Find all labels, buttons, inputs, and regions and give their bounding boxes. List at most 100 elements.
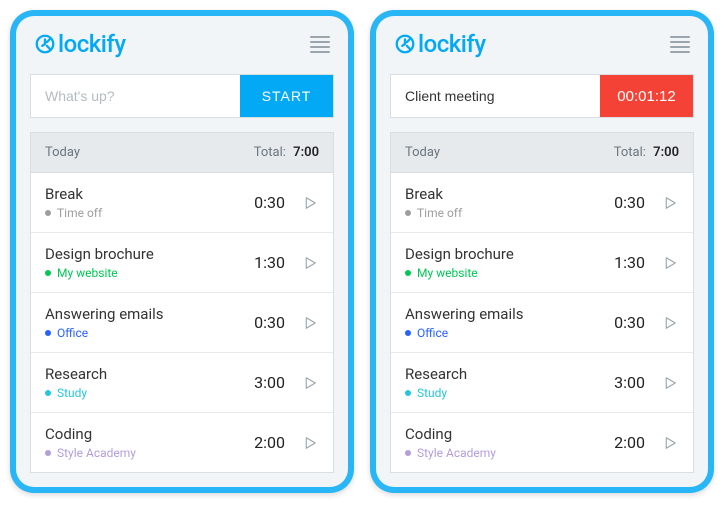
entry-duration: 0:30 bbox=[254, 313, 285, 332]
clockify-logo-icon bbox=[394, 33, 416, 55]
entry-title: Research bbox=[45, 365, 254, 383]
play-icon[interactable] bbox=[301, 434, 319, 452]
start-button[interactable]: START bbox=[240, 75, 333, 117]
day-label: Today bbox=[405, 145, 440, 160]
entry-info: Design brochure My website bbox=[45, 245, 254, 280]
play-icon[interactable] bbox=[661, 254, 679, 272]
project-name: Style Academy bbox=[57, 446, 136, 460]
play-icon[interactable] bbox=[301, 194, 319, 212]
project-dot-icon bbox=[45, 210, 51, 216]
entry-duration: 2:00 bbox=[614, 433, 645, 452]
entry-title: Design brochure bbox=[45, 245, 254, 263]
entry-project: My website bbox=[45, 266, 254, 280]
time-entry[interactable]: Break Time off 0:30 bbox=[391, 173, 693, 233]
time-entry[interactable]: Research Study 3:00 bbox=[31, 353, 333, 413]
time-entry[interactable]: Answering emails Office0:30 bbox=[391, 293, 693, 353]
task-input[interactable] bbox=[391, 75, 600, 117]
play-icon[interactable] bbox=[661, 314, 679, 332]
entry-project: Time off bbox=[405, 206, 614, 220]
time-entry[interactable]: Design brochureMy website1:30 bbox=[391, 233, 693, 293]
project-dot-icon bbox=[405, 450, 411, 456]
entry-title: Answering emails bbox=[405, 305, 614, 323]
total-value: 7:00 bbox=[293, 145, 319, 160]
entry-info: Research Study bbox=[405, 365, 614, 400]
task-input[interactable] bbox=[31, 75, 240, 117]
project-name: Office bbox=[57, 326, 88, 340]
app-logo-text: lockify bbox=[418, 30, 486, 58]
screen: lockify START Today Total: 7:00 Break Tim… bbox=[16, 16, 348, 487]
entry-title: Break bbox=[405, 185, 614, 203]
time-entry[interactable]: CodingStyle Academy2:00 bbox=[31, 413, 333, 472]
entry-duration: 0:30 bbox=[614, 193, 645, 212]
play-icon[interactable] bbox=[301, 254, 319, 272]
entry-title: Research bbox=[405, 365, 614, 383]
menu-icon[interactable] bbox=[310, 36, 330, 53]
project-name: Study bbox=[417, 386, 447, 400]
total-wrapper: Total: 7:00 bbox=[614, 145, 679, 160]
entry-info: Break Time off bbox=[405, 185, 614, 220]
project-name: Time off bbox=[57, 206, 102, 220]
clockify-logo-icon bbox=[34, 33, 56, 55]
app-logo: lockify bbox=[34, 30, 126, 58]
entry-project: My website bbox=[405, 266, 614, 280]
project-dot-icon bbox=[405, 270, 411, 276]
phone-right: lockify 00:01:12 Today Total: 7:00 Break… bbox=[370, 10, 714, 493]
total-wrapper: Total: 7:00 bbox=[254, 145, 319, 160]
play-icon[interactable] bbox=[661, 374, 679, 392]
project-name: Time off bbox=[417, 206, 462, 220]
entry-title: Answering emails bbox=[45, 305, 254, 323]
entry-info: Answering emails Office bbox=[405, 305, 614, 340]
play-icon[interactable] bbox=[301, 374, 319, 392]
entries-container: BreakTime off0:30Design brochureMy websi… bbox=[391, 173, 693, 472]
project-dot-icon bbox=[45, 450, 51, 456]
timer-input-row: 00:01:12 bbox=[390, 74, 694, 118]
play-icon[interactable] bbox=[661, 194, 679, 212]
day-label: Today bbox=[45, 145, 80, 160]
entry-title: Coding bbox=[45, 425, 254, 443]
entry-project: Style Academy bbox=[405, 446, 614, 460]
time-entry[interactable]: Coding Style Academy 2:00 bbox=[391, 413, 693, 472]
project-dot-icon bbox=[405, 390, 411, 396]
app-logo: lockify bbox=[394, 30, 486, 58]
project-dot-icon bbox=[45, 270, 51, 276]
timer-input-row: START bbox=[30, 74, 334, 118]
entry-info: Coding Style Academy bbox=[45, 425, 254, 460]
entry-info: Answering emails Office bbox=[45, 305, 254, 340]
entries-list: Today Total: 7:00 BreakTime off0:30Desig… bbox=[390, 132, 694, 473]
play-icon[interactable] bbox=[661, 434, 679, 452]
entries-container: Break Time off 0:30 Design brochure My websi… bbox=[31, 173, 333, 472]
project-name: Study bbox=[57, 386, 87, 400]
play-icon[interactable] bbox=[301, 314, 319, 332]
entry-project: Office bbox=[405, 326, 614, 340]
entry-duration: 1:30 bbox=[614, 253, 645, 272]
list-header: Today Total: 7:00 bbox=[391, 133, 693, 173]
time-entry[interactable]: Design brochureMy website1:30 bbox=[31, 233, 333, 293]
entry-duration: 0:30 bbox=[254, 193, 285, 212]
entry-info: Break Time off bbox=[45, 185, 254, 220]
entry-title: Break bbox=[45, 185, 254, 203]
entry-duration: 3:00 bbox=[614, 373, 645, 392]
total-label: Total: bbox=[254, 145, 286, 160]
entry-project: Time off bbox=[45, 206, 254, 220]
project-dot-icon bbox=[45, 390, 51, 396]
screen: lockify 00:01:12 Today Total: 7:00 Break… bbox=[376, 16, 708, 487]
entries-list: Today Total: 7:00 Break Time off 0:30 Desig… bbox=[30, 132, 334, 473]
entry-duration: 0:30 bbox=[614, 313, 645, 332]
app-logo-text: lockify bbox=[58, 30, 126, 58]
project-dot-icon bbox=[405, 210, 411, 216]
header: lockify bbox=[16, 16, 348, 68]
header: lockify bbox=[376, 16, 708, 68]
menu-icon[interactable] bbox=[670, 36, 690, 53]
project-name: My website bbox=[417, 266, 478, 280]
entry-project: Study bbox=[405, 386, 614, 400]
entry-duration: 3:00 bbox=[254, 373, 285, 392]
project-name: Style Academy bbox=[417, 446, 496, 460]
phone-left: lockify START Today Total: 7:00 Break Tim… bbox=[10, 10, 354, 493]
entry-project: Style Academy bbox=[45, 446, 254, 460]
time-entry[interactable]: Break Time off 0:30 bbox=[31, 173, 333, 233]
entry-title: Coding bbox=[405, 425, 614, 443]
time-entry[interactable]: Answering emails Office 0:30 bbox=[31, 293, 333, 353]
entry-project: Study bbox=[45, 386, 254, 400]
time-entry[interactable]: Research Study 3:00 bbox=[391, 353, 693, 413]
stop-button[interactable]: 00:01:12 bbox=[600, 75, 693, 117]
